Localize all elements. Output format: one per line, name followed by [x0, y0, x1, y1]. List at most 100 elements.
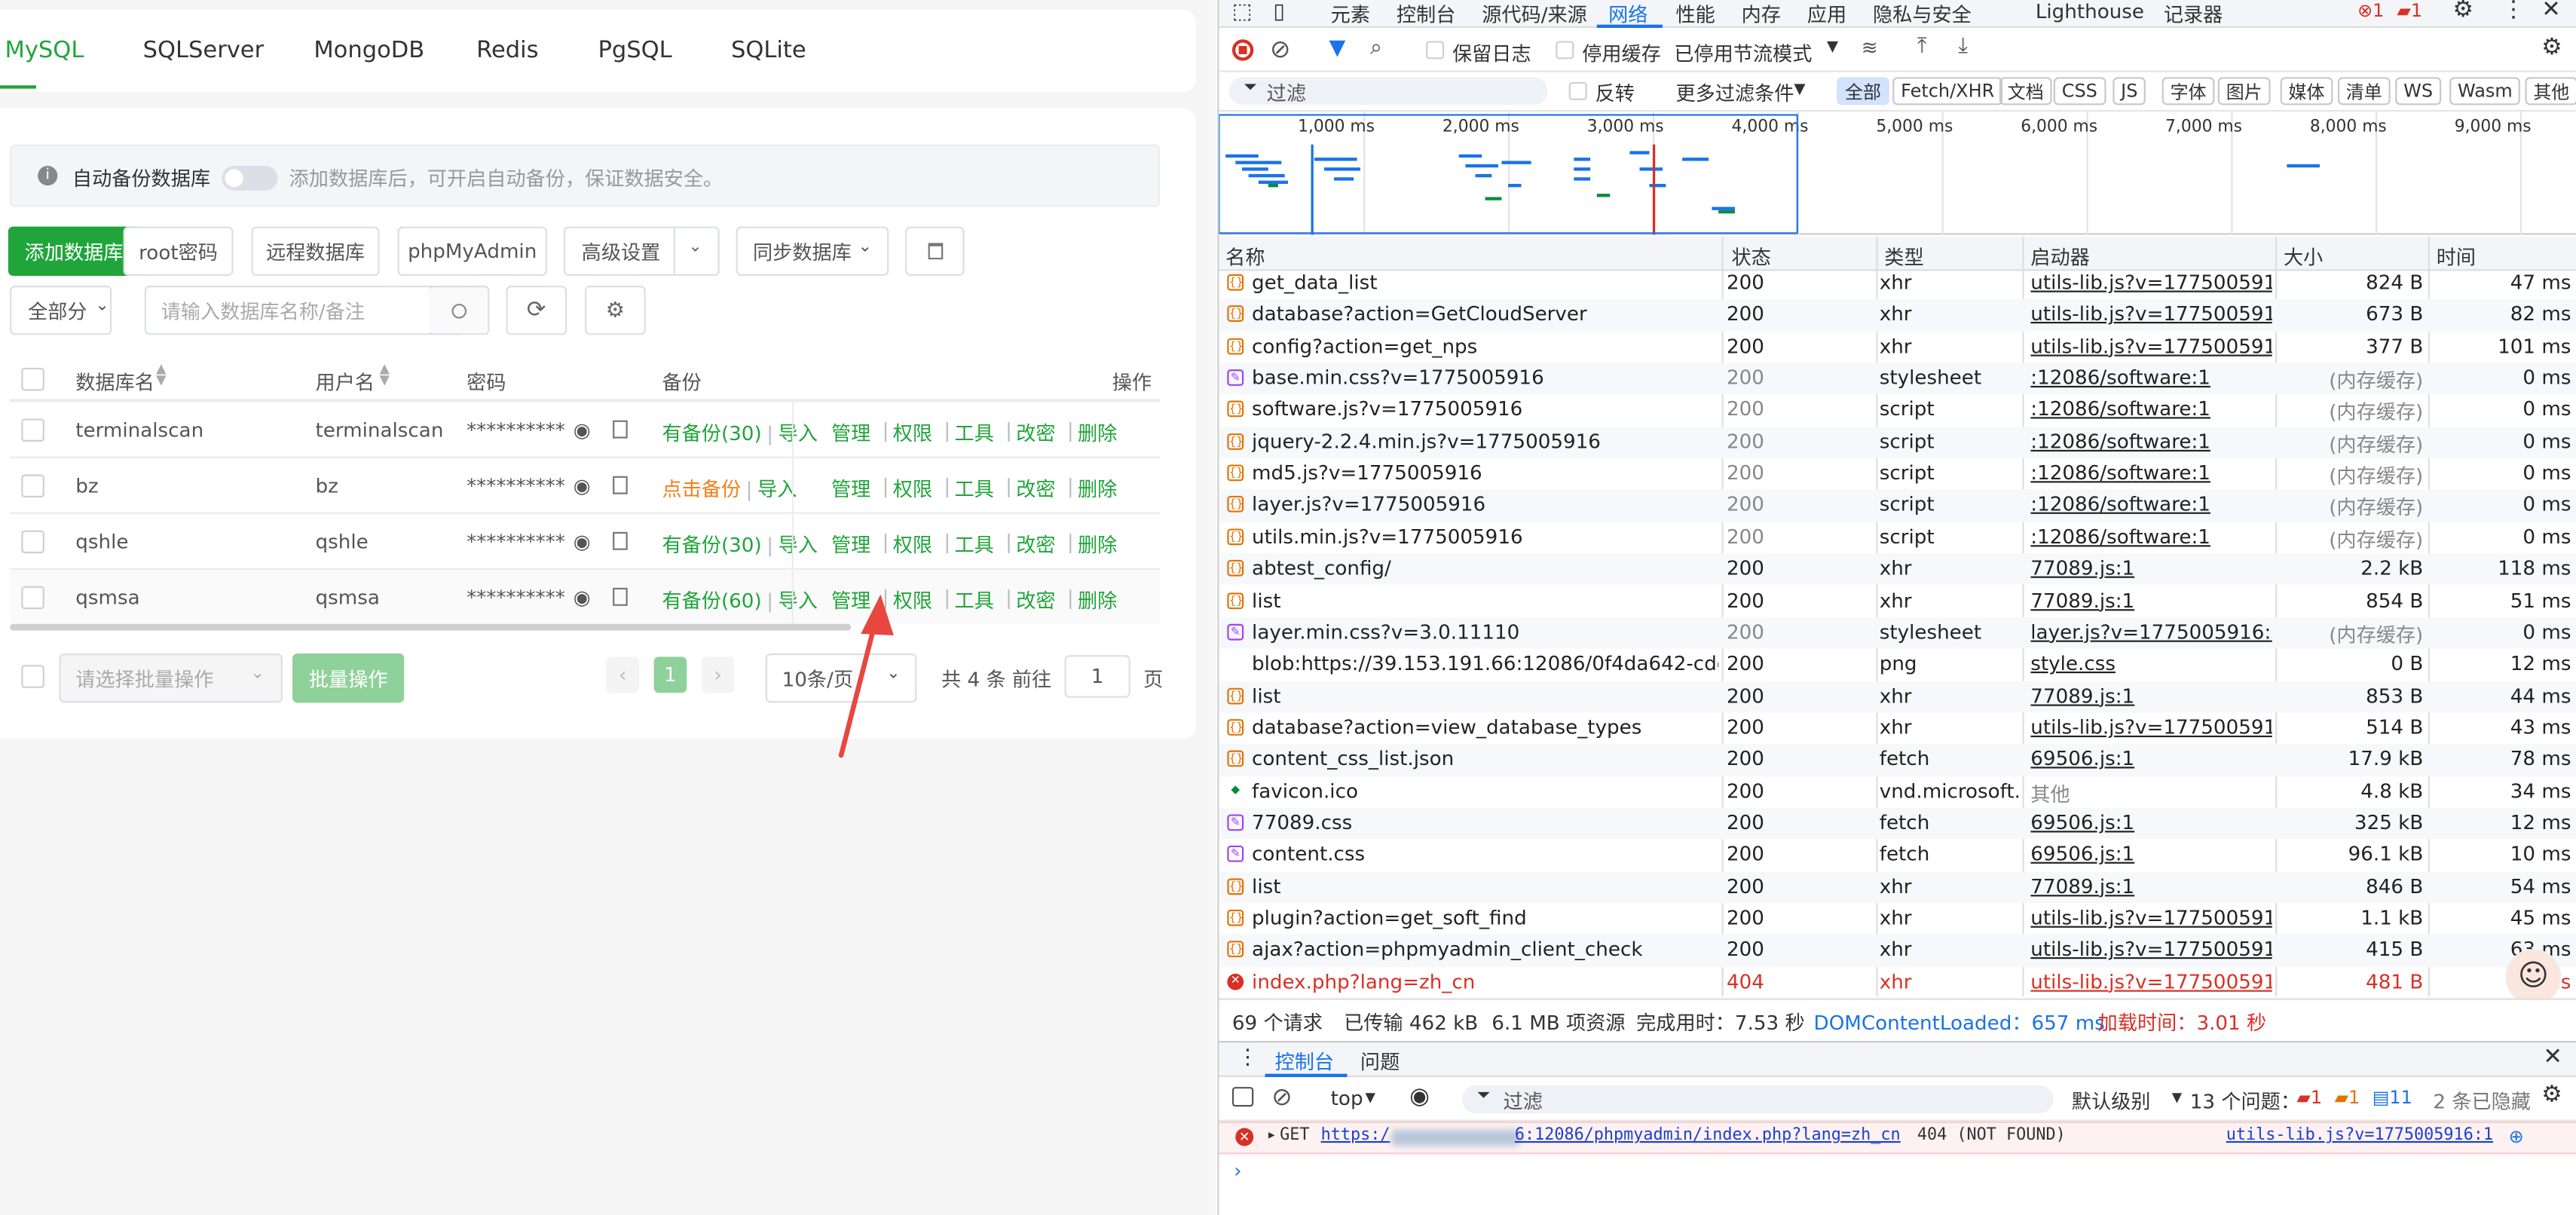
network-request-row[interactable]: {} layer.js?v=1775005916 200 script:12086/s… [1219, 490, 2576, 522]
device-toolbar-icon[interactable]: ▯ [1273, 0, 1285, 25]
filter-chip-1[interactable]: Fetch/XHR [1892, 77, 2003, 106]
tab-pgsql[interactable]: PgSQL [598, 38, 672, 64]
row-checkbox[interactable] [21, 474, 44, 498]
network-request-row[interactable]: {} database?action=GetCloudServer 200 xhr ut… [1219, 299, 2576, 332]
import-link[interactable]: 导入 [779, 534, 818, 556]
col-time[interactable]: 时间 [2437, 243, 2476, 271]
network-request-row[interactable]: {} ajax?action=phpmyadmin_client_check 200… [1219, 935, 2576, 967]
request-initiator[interactable]: utils-lib.js?v=1775005916:1 [2030, 303, 2272, 326]
request-initiator[interactable]: 77089.js:1 [2030, 557, 2272, 580]
action-delete[interactable]: 删除 [1078, 586, 1117, 614]
invert-checkbox[interactable] [1568, 81, 1587, 100]
tab-redis[interactable]: Redis [476, 38, 538, 64]
row-checkbox[interactable] [21, 586, 44, 610]
action-tools[interactable]: 工具 [954, 475, 993, 503]
issue-info-count[interactable]: ▤11 [2373, 1087, 2412, 1108]
action-manage[interactable]: 管理 [831, 418, 870, 446]
filter-chip-7[interactable]: 媒体 [2280, 77, 2333, 106]
gear-icon[interactable]: ⚙ [2453, 0, 2474, 23]
request-initiator[interactable]: :12086/software:1 [2030, 525, 2272, 548]
download-icon[interactable]: ⤓ [1958, 35, 1968, 60]
inspect-icon[interactable]: ⬚ [1232, 0, 1253, 25]
col-size[interactable]: 大小 [2284, 243, 2323, 271]
request-initiator[interactable]: 69506.js:1 [2030, 748, 2272, 770]
tab-sources[interactable]: 源代码/来源 [1482, 0, 1587, 28]
request-initiator[interactable]: utils-lib.js?v=1775005916:1 [2030, 271, 2272, 293]
issues-label[interactable]: 13 个问题： [2190, 1087, 2300, 1115]
error-url-start[interactable]: https:/ [1321, 1126, 1390, 1144]
warning-count-badge[interactable]: ▰1 [2397, 0, 2422, 21]
eye-icon[interactable]: ◉ [574, 475, 591, 497]
select-all-checkbox[interactable] [21, 367, 44, 391]
disable-cache-checkbox[interactable] [1556, 41, 1574, 60]
network-request-row[interactable]: ✎ base.min.css?v=1775005916 200 stylesheet:… [1219, 363, 2576, 395]
network-request-row[interactable]: ✎ layer.min.css?v=3.0.11110 200 stylesheet l… [1219, 617, 2576, 649]
action-permission[interactable]: 权限 [893, 475, 932, 503]
request-initiator[interactable]: :12086/software:1 [2030, 398, 2272, 421]
delete-button[interactable] [905, 226, 965, 276]
sync-database-dropdown[interactable]: 同步数据库 ⌄ [736, 226, 889, 276]
request-initiator[interactable]: utils-lib.js?v=1775005916:1 [2030, 335, 2272, 357]
copy-icon[interactable] [613, 531, 628, 550]
tab-mongodb[interactable]: MongoDB [314, 38, 424, 64]
close-drawer-icon[interactable]: ✕ [2543, 1044, 2562, 1070]
more-filters-dropdown[interactable]: 更多过滤条件 [1675, 79, 1794, 107]
filter-chip-10[interactable]: Wasm [2449, 77, 2521, 106]
eye-icon[interactable]: ◉ [1409, 1084, 1430, 1110]
network-request-row[interactable]: {} list 200 xhr 77089.js:1 854 B 51 ms [1219, 586, 2576, 617]
request-initiator[interactable]: utils-lib.js?v=1775005916:1 [2030, 938, 2272, 961]
database-search-input[interactable]: 请输入数据库名称/备注 [144, 286, 463, 335]
tab-performance[interactable]: 性能 [1675, 0, 1715, 28]
context-select[interactable]: top [1331, 1087, 1363, 1109]
network-request-row[interactable]: ✕ index.php?lang=zh_cn 404 xhr utils-lib.js?… [1219, 966, 2576, 998]
filter-icon[interactable]: ▼ [1329, 36, 1345, 61]
action-permission[interactable]: 权限 [893, 418, 932, 446]
next-page-button[interactable]: › [701, 656, 735, 693]
network-request-row[interactable]: {} content_css_list.json 200 fetch 69506.js:… [1219, 744, 2576, 776]
tab-application[interactable]: 应用 [1807, 0, 1846, 28]
preserve-log-checkbox[interactable] [1426, 41, 1445, 60]
refresh-button[interactable]: ⟳ [506, 286, 568, 335]
scope-select[interactable]: 全部分 ⌄ [10, 286, 112, 335]
error-count-badge[interactable]: ⊗1 [2357, 0, 2384, 21]
tab-recorder[interactable]: 记录器 [2164, 0, 2223, 28]
request-initiator[interactable]: utils-lib.js?v=1775005916:1 [2030, 970, 2272, 993]
row-checkbox[interactable] [21, 530, 44, 554]
horizontal-scrollbar[interactable] [10, 623, 852, 631]
auto-backup-toggle[interactable] [222, 166, 278, 191]
filter-chip-3[interactable]: CSS [2053, 77, 2106, 106]
request-initiator[interactable]: 77089.js:1 [2030, 684, 2272, 706]
remote-database-button[interactable]: 远程数据库 [251, 226, 380, 276]
network-request-row[interactable]: {} database?action=view_database_types 200… [1219, 712, 2576, 744]
request-initiator[interactable]: :12086/software:1 [2030, 430, 2272, 452]
avatar[interactable]: ☺ [2505, 949, 2562, 1005]
search-icon[interactable]: ⌕ [1370, 36, 1382, 61]
search-button[interactable] [428, 286, 490, 335]
filter-chip-2[interactable]: 文档 [1999, 77, 2052, 106]
copy-icon[interactable] [613, 476, 628, 494]
tab-lighthouse[interactable]: Lighthouse [2036, 0, 2144, 23]
col-status[interactable]: 状态 [1732, 243, 1771, 271]
tab-memory[interactable]: 内存 [1742, 0, 1781, 28]
network-request-row[interactable]: ◆ favicon.ico 200 vnd.microsoft... 其他 4.8 kB 3… [1219, 776, 2576, 807]
col-username[interactable]: 用户名 [316, 368, 375, 396]
network-request-row[interactable]: {} plugin?action=get_soft_find 200 xhr utils… [1219, 903, 2576, 935]
request-initiator[interactable]: 其他 [2030, 779, 2272, 807]
copy-icon[interactable] [613, 587, 628, 606]
more-icon[interactable]: ⋮ [2502, 0, 2526, 23]
log-level-select[interactable]: 默认级别 [2072, 1087, 2151, 1115]
network-settings-gear-icon[interactable]: ⚙ [2541, 35, 2562, 61]
network-request-row[interactable]: {} utils.min.js?v=1775005916 200 script:120… [1219, 522, 2576, 553]
backup-link[interactable]: 有备份(60) [662, 589, 761, 612]
network-link-icon[interactable]: ⊕ [2509, 1126, 2524, 1147]
add-database-button[interactable]: 添加数据库 [8, 226, 140, 276]
tab-sqlite[interactable]: SQLite [731, 38, 806, 64]
tab-elements[interactable]: 元素 [1331, 0, 1370, 28]
root-password-button[interactable]: root密码 [123, 226, 234, 276]
clear-icon[interactable]: ⊘ [1270, 35, 1290, 64]
eye-icon[interactable]: ◉ [574, 418, 591, 441]
network-request-row[interactable]: {} list 200 xhr 77089.js:1 853 B 44 ms [1219, 681, 2576, 713]
network-request-row[interactable]: {} config?action=get_nps 200 xhr utils-lib.j… [1219, 331, 2576, 363]
request-initiator[interactable]: :12086/software:1 [2030, 461, 2272, 484]
sort-icon[interactable]: ▲ ▼ [380, 362, 390, 387]
